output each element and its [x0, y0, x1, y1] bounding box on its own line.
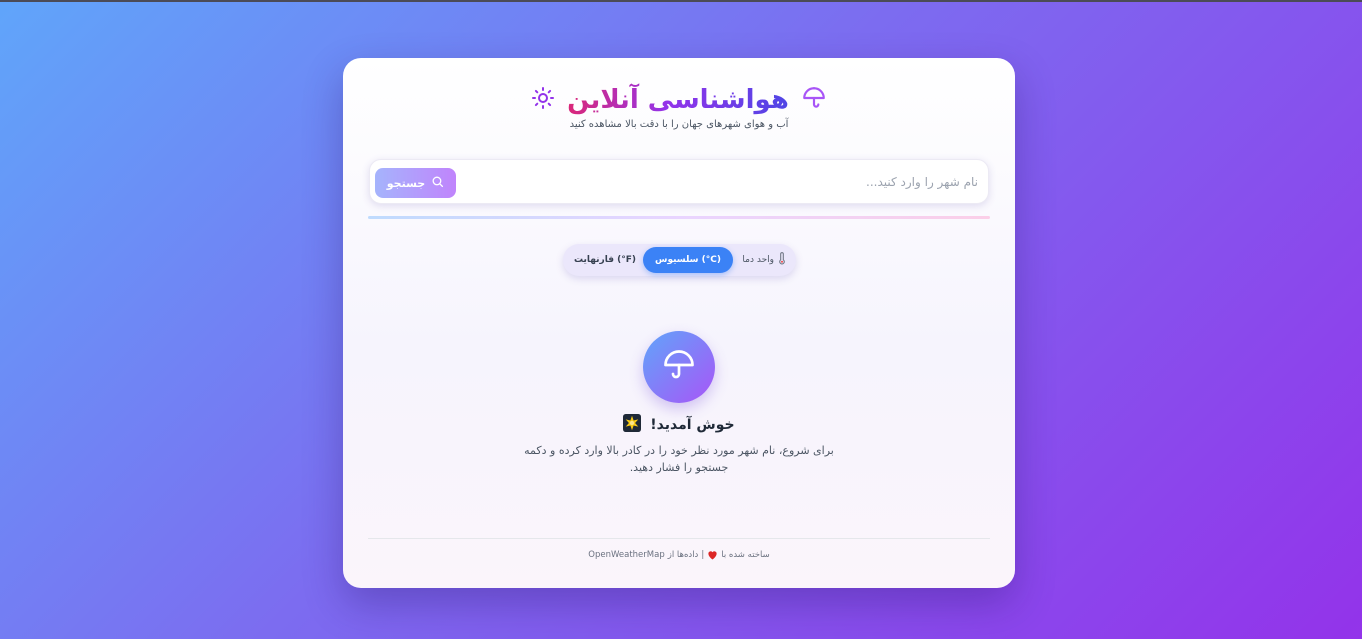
- footer-data-from: داده‌ها از: [667, 550, 699, 560]
- search-divider: [368, 216, 990, 219]
- app-header: هواشناسی آنلاین: [343, 82, 1015, 118]
- page-subtitle: آب و هوای شهرهای جهان را با دقت بالا مشا…: [569, 119, 789, 130]
- footer: ساخته شده با | داده‌ها از OpenWeatherMap: [343, 550, 1015, 560]
- search-icon: [431, 175, 444, 191]
- heart-icon: [707, 550, 718, 560]
- celsius-option[interactable]: سلسیوس (°C): [643, 247, 733, 273]
- search-button-label: جستجو: [386, 176, 426, 190]
- welcome-heading: خوش آمدید!: [343, 414, 1015, 433]
- footer-divider: [368, 538, 990, 539]
- footer-provider-link[interactable]: OpenWeatherMap: [588, 550, 664, 560]
- footer-separator: |: [701, 550, 705, 560]
- weather-card: هواشناسی آنلاین آب و هوای شهرهای جهان را…: [343, 58, 1015, 588]
- fahrenheit-option[interactable]: فارنهایت (°F): [569, 247, 641, 273]
- umbrella-icon: [801, 85, 827, 115]
- footer-made-with: ساخته شده با: [721, 550, 770, 560]
- city-search-input[interactable]: [478, 166, 978, 197]
- sparkle-icon: [623, 414, 642, 432]
- sun-icon: [531, 86, 555, 114]
- unit-label: واحد دما: [742, 244, 786, 276]
- welcome-title-text: خوش آمدید!: [650, 417, 735, 433]
- search-bar: جستجو: [369, 159, 989, 204]
- unit-label-text: واحد دما: [742, 255, 774, 265]
- temperature-unit-toggle: واحد دما سلسیوس (°C) فارنهایت (°F): [563, 244, 796, 276]
- window-top-border: [0, 0, 1362, 2]
- welcome-umbrella-badge: [643, 331, 715, 403]
- page-title: هواشناسی آنلاین: [567, 82, 789, 118]
- welcome-description: برای شروع، نام شهر مورد نظر خود را در کا…: [524, 444, 834, 474]
- umbrella-icon: [661, 347, 697, 387]
- search-button[interactable]: جستجو: [375, 168, 456, 198]
- thermometer-icon: [778, 252, 786, 268]
